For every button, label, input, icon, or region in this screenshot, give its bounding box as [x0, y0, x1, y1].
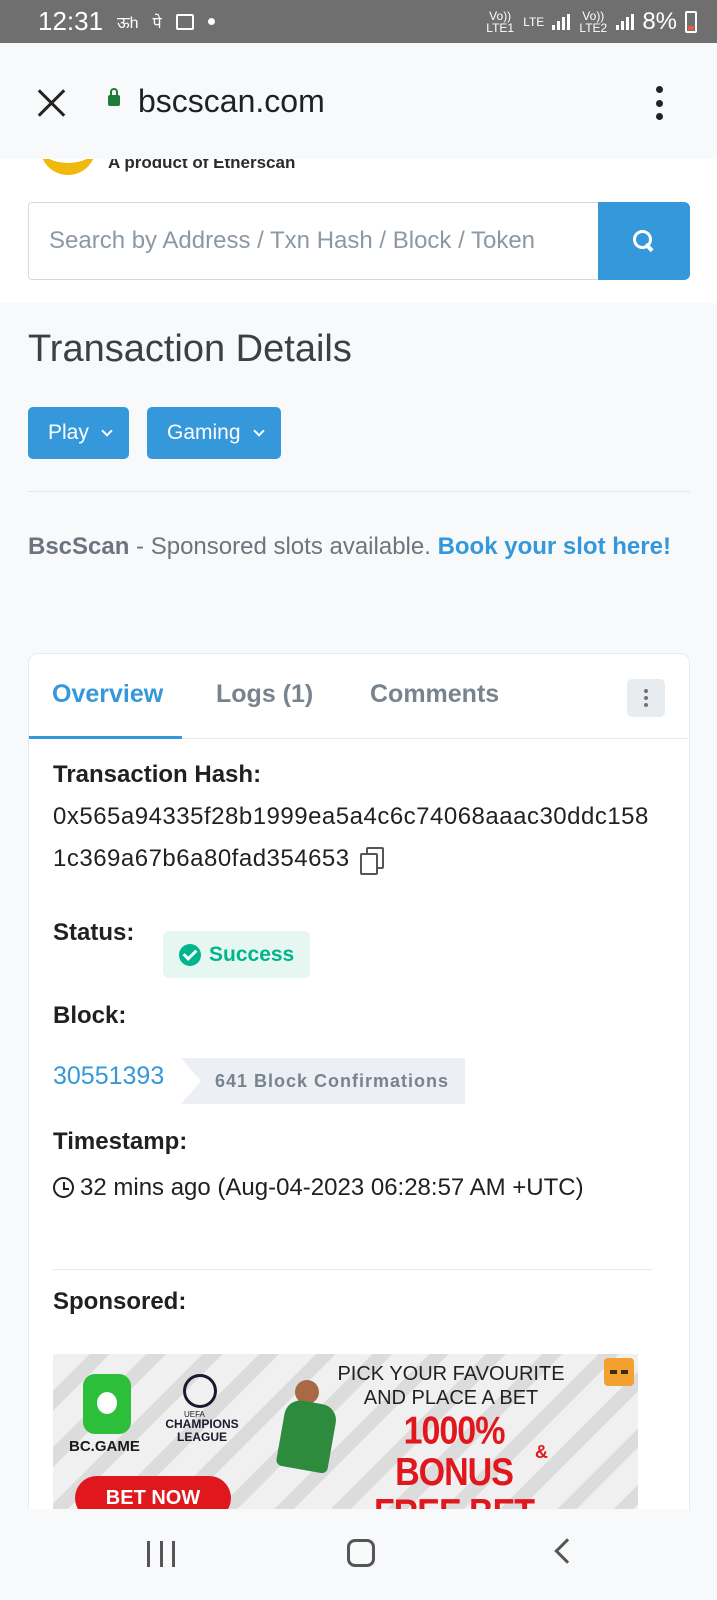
clock-icon: [53, 1177, 74, 1198]
notification-icon-1: ऊh: [117, 14, 139, 32]
card-divider: [53, 1269, 653, 1270]
transaction-hash-value: 0x565a94335f28b1999ea5a4c6c74068aaac30dd…: [53, 796, 653, 880]
site-tagline: A product of Etherscan: [108, 159, 296, 172]
battery-percent: 8%: [642, 7, 677, 35]
search-input[interactable]: [28, 202, 598, 280]
system-nav-bar: [0, 1509, 717, 1600]
copy-icon[interactable]: [359, 846, 384, 875]
ad-brand: BC.GAME: [69, 1438, 140, 1455]
gallery-icon: [175, 13, 194, 30]
dot-icon: [207, 18, 215, 25]
chevron-down-icon: [101, 424, 113, 437]
home-icon[interactable]: [347, 1539, 375, 1567]
play-dropdown-button[interactable]: Play: [28, 407, 129, 459]
search-icon: [633, 230, 655, 252]
lte-label: LTE: [523, 14, 545, 29]
more-options-icon[interactable]: [627, 679, 665, 717]
ad-bonus-text: 1000% BONUS: [395, 1408, 514, 1494]
sponsored-label: Sponsored:: [53, 1288, 187, 1315]
page-title: Transaction Details: [28, 328, 352, 370]
search-button[interactable]: [598, 202, 690, 280]
gaming-dropdown-button[interactable]: Gaming: [147, 407, 281, 459]
gaming-label: Gaming: [167, 421, 241, 444]
bc-game-logo: [83, 1374, 131, 1434]
tab-bar: Overview Logs (1) Comments: [29, 654, 689, 739]
tab-logs[interactable]: Logs (1): [216, 680, 313, 709]
notification-icon-2: पे: [152, 14, 162, 32]
volte-2-label: Vo)) LTE2: [579, 8, 608, 35]
site-header: A product of Etherscan: [0, 159, 717, 303]
status-badge: Success: [163, 931, 311, 978]
sponsor-brand: BscScan: [28, 533, 130, 560]
chevron-down-icon: [252, 424, 265, 437]
clock-time: 12:31: [38, 6, 104, 36]
book-slot-link[interactable]: Book your slot here!: [438, 533, 671, 560]
sponsor-text: - Sponsored slots available.: [129, 533, 438, 560]
ad-player-body: [275, 1398, 339, 1474]
battery-icon: [685, 10, 697, 33]
ad-league: CHAMPIONS LEAGUE: [165, 1417, 239, 1444]
bscscan-logo[interactable]: [40, 159, 96, 175]
ad-headline: PICK YOUR FAVOURITE AND PLACE A BET: [337, 1363, 565, 1409]
transaction-hash-label: Transaction Hash:: [53, 761, 262, 788]
block-number-link[interactable]: 30551393: [53, 1062, 164, 1091]
status-bar: 12:31 ऊh पे Vo)) LTE1 LTE Vo)) LTE2 8%: [0, 0, 717, 43]
check-circle-icon: [179, 943, 201, 966]
timestamp-value: 32 mins ago (Aug-04-2023 06:28:57 AM +UT…: [53, 1174, 584, 1202]
close-icon[interactable]: [36, 87, 68, 119]
lock-icon[interactable]: [108, 88, 120, 106]
back-icon[interactable]: [554, 1538, 580, 1564]
more-vert-icon[interactable]: [654, 86, 664, 120]
status-value: Success: [209, 942, 295, 966]
block-confirmations-badge: 641 Block Confirmations: [181, 1058, 466, 1104]
url-bar[interactable]: bscscan.com: [138, 83, 325, 120]
status-label: Status:: [53, 919, 135, 946]
block-label: Block:: [53, 1002, 127, 1029]
tab-overview[interactable]: Overview: [52, 680, 163, 709]
transaction-card: Overview Logs (1) Comments Transaction H…: [28, 653, 690, 1554]
timestamp-text: 32 mins ago (Aug-04-2023 06:28:57 AM +UT…: [80, 1174, 584, 1201]
signal-2-icon: [616, 13, 635, 30]
emoji-icon: [604, 1358, 634, 1386]
browser-toolbar: bscscan.com: [0, 43, 717, 159]
champions-league-logo: [183, 1374, 217, 1408]
timestamp-label: Timestamp:: [53, 1128, 188, 1155]
transaction-hash-text: 0x565a94335f28b1999ea5a4c6c74068aaac30dd…: [53, 803, 649, 872]
tab-comments[interactable]: Comments: [370, 680, 499, 709]
volte-1-label: Vo)) LTE1: [486, 8, 515, 35]
play-label: Play: [48, 421, 89, 444]
active-tab-indicator: [29, 736, 182, 739]
search-bar: [28, 202, 690, 280]
sponsor-slots-notice: BscScan - Sponsored slots available. Boo…: [28, 518, 688, 575]
section-divider: [28, 491, 690, 492]
ad-ampersand: &: [535, 1442, 548, 1462]
signal-1-icon: [552, 13, 571, 30]
recent-apps-icon[interactable]: [147, 1541, 175, 1567]
